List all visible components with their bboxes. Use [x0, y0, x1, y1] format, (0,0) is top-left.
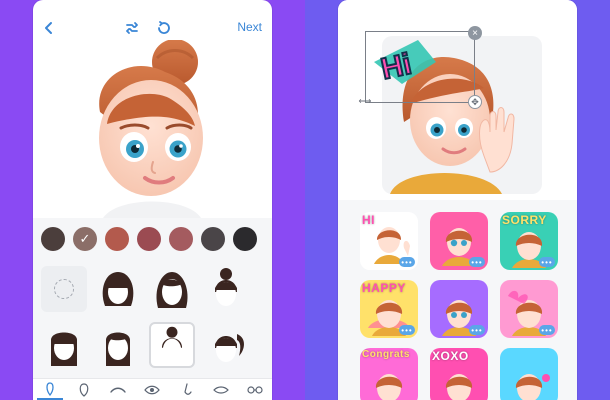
hair-style-long-straight-bangs[interactable] [41, 322, 87, 368]
avatar-illustration [99, 39, 203, 218]
hair-thumbnail-icon [161, 326, 183, 361]
sticker-selection-box[interactable] [365, 31, 475, 103]
sticker-tile-5[interactable]: ••• [430, 280, 488, 338]
more-icon[interactable]: ••• [399, 325, 415, 335]
top-bar: Next [33, 0, 272, 40]
lips-icon [212, 386, 229, 394]
color-swatch-5[interactable] [169, 227, 193, 251]
hair-thumbnail-icon [51, 332, 77, 366]
more-icon[interactable]: ••• [399, 257, 415, 267]
color-swatch-6[interactable] [201, 227, 225, 251]
sticker-tile-2[interactable]: ••• [430, 212, 488, 270]
color-swatch-3[interactable] [105, 227, 129, 251]
hair-thumbnail-icon [215, 334, 244, 362]
hair-style-long-wavy[interactable] [149, 266, 195, 312]
sticker-tile-6[interactable]: ••• [500, 280, 558, 338]
hair-style-top-bun-selected[interactable] [149, 322, 195, 368]
color-swatch-1[interactable] [41, 227, 65, 251]
head-shape-icon [79, 383, 89, 397]
hair-thumbnail-icon [102, 272, 134, 306]
hair-thumbnail-icon [215, 268, 237, 306]
hair-thumbnail-icon [106, 332, 130, 366]
tab-glasses[interactable] [242, 381, 268, 399]
sticker-label: SORRY [502, 213, 547, 227]
back-icon[interactable] [39, 18, 59, 38]
color-swatch-2[interactable]: ✓ [73, 227, 97, 251]
flip-icon[interactable]: ⟷ [358, 96, 372, 106]
sticker-editor-screen: Hi × ✥ ⟷ HI ••• ••• SORRY ••• HAPPY ••• … [338, 0, 577, 400]
hair-style-ponytail-bangs[interactable] [203, 322, 249, 368]
more-icon[interactable]: ••• [469, 257, 485, 267]
sticker-tile-9[interactable] [500, 348, 558, 400]
shuffle-icon[interactable] [122, 18, 142, 38]
tab-face[interactable] [37, 380, 64, 400]
color-swatch-4[interactable] [137, 227, 161, 251]
sticker-library-grid: HI ••• ••• SORRY ••• HAPPY ••• ••• ••• C… [338, 200, 577, 400]
sticker-tile-8[interactable]: XOXO [430, 348, 488, 400]
hair-style-long-wavy-bangs[interactable] [95, 266, 141, 312]
tab-lips[interactable] [208, 381, 234, 399]
sticker-tile-1[interactable]: HI ••• [360, 212, 418, 270]
avatar-editor-screen: Next ✓ [33, 0, 272, 400]
hair-style-none[interactable] [41, 266, 87, 312]
tab-eyebrow[interactable] [105, 381, 131, 399]
checkmark-icon: ✓ [79, 231, 91, 246]
more-icon[interactable]: ••• [539, 325, 555, 335]
glasses-icon [247, 386, 263, 394]
sticker-label: HI [362, 213, 375, 227]
tab-head-shape[interactable] [71, 381, 97, 399]
sticker-tile-3[interactable]: SORRY ••• [500, 212, 558, 270]
more-icon[interactable]: ••• [469, 325, 485, 335]
sticker-label: HAPPY [362, 281, 406, 295]
hair-style-long-straight[interactable] [95, 322, 141, 368]
undo-icon[interactable] [153, 18, 173, 38]
face-icon [46, 382, 54, 396]
tab-nose[interactable] [174, 381, 200, 399]
more-icon[interactable]: ••• [539, 257, 555, 267]
close-icon[interactable]: × [468, 26, 482, 40]
feature-tab-bar [33, 378, 272, 400]
next-button[interactable]: Next [237, 20, 262, 34]
hair-style-bun-top[interactable] [203, 266, 249, 312]
tab-eye[interactable] [139, 381, 165, 399]
sticker-tile-4[interactable]: HAPPY ••• [360, 280, 418, 338]
sticker-label: Congrats [362, 349, 410, 360]
sticker-canvas: Hi × ✥ ⟷ [338, 0, 577, 200]
sticker-tile-7[interactable]: Congrats [360, 348, 418, 400]
nose-icon [183, 383, 192, 395]
hair-style-grid [33, 260, 272, 378]
color-swatch-7[interactable] [233, 227, 257, 251]
hair-thumbnail-icon [156, 272, 188, 308]
move-icon[interactable]: ✥ [468, 95, 482, 109]
avatar-preview [33, 39, 272, 218]
sticker-label: XOXO [432, 349, 469, 363]
sticker-avatar-icon [515, 374, 550, 400]
hair-color-palette: ✓ [33, 218, 272, 260]
eye-icon [144, 385, 161, 395]
eyebrow-icon [110, 387, 127, 393]
empty-hair-icon [54, 279, 74, 299]
